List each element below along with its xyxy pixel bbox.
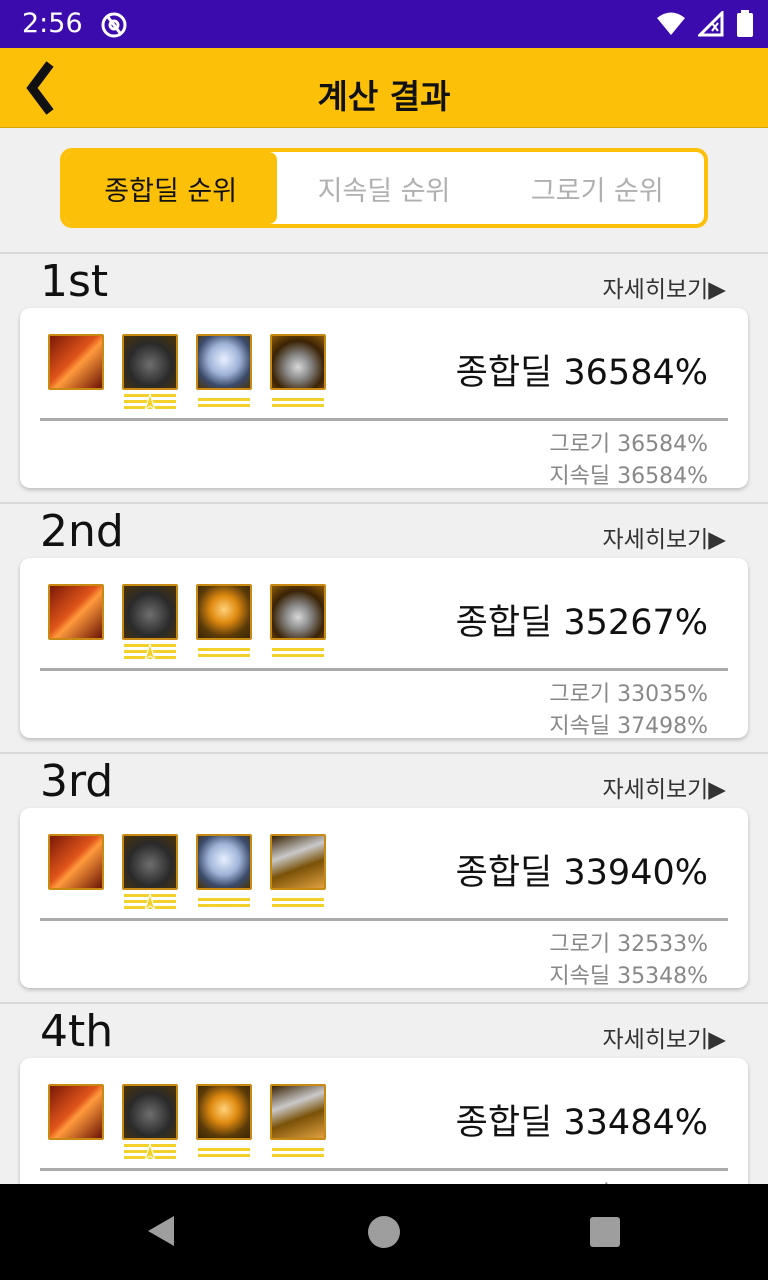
- detail-link[interactable]: 자세히보기▶: [603, 770, 727, 804]
- groggy-damage: 그로기 32533%: [549, 932, 708, 957]
- result-block: 2nd 자세히보기▶ 종합딜 35267% 그로기 33035% 지속딜 374…: [0, 504, 768, 754]
- wifi-icon: [657, 12, 685, 35]
- groggy-damage: 그로기 36584%: [549, 432, 708, 457]
- sword-item-icon: [48, 334, 104, 390]
- nav-home-icon[interactable]: [368, 1216, 400, 1248]
- nav-back-icon[interactable]: [146, 1214, 176, 1248]
- rank-label: 3rd: [40, 756, 114, 807]
- grade-lines-icon: [272, 398, 324, 407]
- amulet-item-icon: [196, 584, 252, 640]
- sustained-damage: 지속딜 36584%: [549, 464, 708, 489]
- grade-lines-icon: [272, 898, 324, 907]
- star-grade-icon: [124, 644, 176, 660]
- detail-link[interactable]: 자세히보기▶: [603, 520, 727, 554]
- rank-tabs: 종합딜 순위 지속딜 순위 그로기 순위: [60, 148, 708, 228]
- chain-item-icon: [270, 584, 326, 640]
- star-grade-icon: [124, 394, 176, 410]
- navigation-bar: [0, 1184, 768, 1280]
- nav-recent-apps-icon[interactable]: [590, 1217, 620, 1247]
- total-damage: 종합딜 33484%: [455, 1103, 708, 1143]
- armor-item-icon: [122, 1084, 178, 1140]
- star-grade-icon: [124, 894, 176, 910]
- result-card[interactable]: 종합딜 33484% 그로기 33383%: [20, 1058, 748, 1184]
- result-card[interactable]: 종합딜 33940% 그로기 32533% 지속딜 35348%: [20, 808, 748, 989]
- grade-lines-icon: [272, 1148, 324, 1157]
- status-time: 2:56: [22, 8, 83, 39]
- card-divider: [40, 918, 728, 921]
- grade-lines-icon: [198, 648, 250, 657]
- result-block: 1st 자세히보기▶ 종합딜 36584% 그로기 36584% 지속딜 365…: [0, 254, 768, 504]
- total-damage: 종합딜 36584%: [455, 353, 708, 393]
- total-damage: 종합딜 33940%: [455, 853, 708, 893]
- result-block: 3rd 자세히보기▶ 종합딜 33940% 그로기 32533% 지속딜 353…: [0, 754, 768, 1004]
- signal-icon: [698, 11, 724, 37]
- status-icons: [656, 10, 754, 38]
- rank-label: 4th: [40, 1006, 114, 1057]
- tab-groggy-rank[interactable]: 그로기 순위: [491, 152, 704, 224]
- groggy-damage: 그로기 33035%: [549, 682, 708, 707]
- sustained-damage: 지속딜 35348%: [549, 964, 708, 989]
- rank-label: 2nd: [40, 506, 124, 557]
- tab-sustained-rank[interactable]: 지속딜 순위: [277, 152, 490, 224]
- card-divider: [40, 1168, 728, 1171]
- amulet-item-icon: [196, 1084, 252, 1140]
- groggy-damage: 그로기 33383%: [549, 1176, 708, 1184]
- armor-item-icon: [122, 834, 178, 890]
- result-block: 4th 자세히보기▶ 종합딜 33484% 그로기 333: [0, 1004, 768, 1184]
- item-icons: [48, 334, 326, 414]
- battery-icon: [737, 10, 753, 37]
- item-icons: [48, 834, 326, 914]
- chain-item-icon: [270, 1084, 326, 1140]
- result-card[interactable]: 종합딜 36584% 그로기 36584% 지속딜 36584%: [20, 308, 748, 489]
- chain-item-icon: [270, 334, 326, 390]
- sword-item-icon: [48, 1084, 104, 1140]
- rank-label: 1st: [40, 256, 109, 307]
- app-bar: 계산 결과: [0, 48, 768, 128]
- sword-item-icon: [48, 834, 104, 890]
- grade-lines-icon: [198, 1148, 250, 1157]
- card-divider: [40, 668, 728, 671]
- sword-item-icon: [48, 584, 104, 640]
- sustained-damage: 지속딜 37498%: [549, 714, 708, 739]
- detail-link[interactable]: 자세히보기▶: [603, 1020, 727, 1054]
- chain-item-icon: [270, 834, 326, 890]
- gem-item-icon: [196, 334, 252, 390]
- total-damage: 종합딜 35267%: [455, 603, 708, 643]
- armor-item-icon: [122, 334, 178, 390]
- at-sign-icon: [101, 12, 127, 38]
- card-divider: [40, 418, 728, 421]
- tab-total-rank[interactable]: 종합딜 순위: [64, 152, 278, 224]
- result-card[interactable]: 종합딜 35267% 그로기 33035% 지속딜 37498%: [20, 558, 748, 739]
- status-bar: 2:56: [0, 0, 768, 48]
- grade-lines-icon: [198, 398, 250, 407]
- item-icons: [48, 1084, 326, 1164]
- armor-item-icon: [122, 584, 178, 640]
- detail-link[interactable]: 자세히보기▶: [603, 270, 727, 304]
- results-list[interactable]: 1st 자세히보기▶ 종합딜 36584% 그로기 36584% 지속딜 365…: [0, 254, 768, 1184]
- star-grade-icon: [124, 1144, 176, 1160]
- page-title: 계산 결과: [317, 77, 451, 116]
- grade-lines-icon: [198, 898, 250, 907]
- grade-lines-icon: [272, 648, 324, 657]
- item-icons: [48, 584, 326, 664]
- gem-item-icon: [196, 834, 252, 890]
